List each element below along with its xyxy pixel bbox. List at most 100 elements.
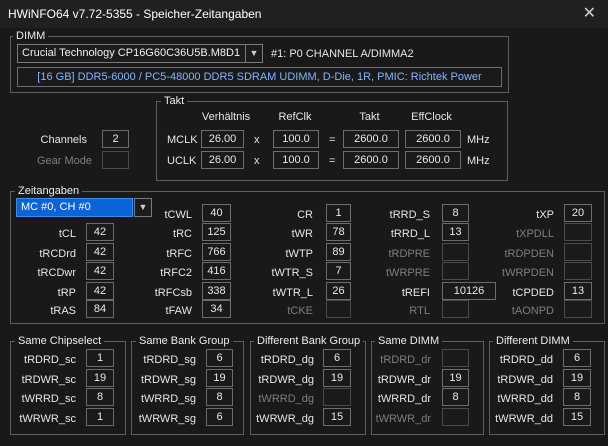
uclk-effclock: 2600.0 (405, 151, 461, 169)
taonpd-label: tAONPD (511, 305, 554, 317)
trdwr-sc-label: tRDWR_sc (21, 374, 76, 386)
tcl-value: 42 (86, 223, 114, 241)
mclk-label: MCLK (167, 134, 198, 146)
twrwr-dg-value: 15 (323, 408, 351, 426)
close-icon[interactable]: ✕ (583, 3, 596, 23)
twrwr-dr-label: tWRWR_dr (375, 413, 431, 425)
tcpded-value: 13 (564, 282, 592, 300)
trdpre-value (442, 243, 469, 261)
mclk-times: x (254, 134, 260, 146)
trefi-label: tREFI (401, 287, 430, 299)
controller-select[interactable]: MC #0, CH #0 (16, 198, 133, 217)
trdpden-label: tRDPDEN (504, 248, 554, 260)
trp-label: tRP (57, 287, 76, 299)
twtp-label: tWTP (285, 248, 314, 260)
twrwr-dd-label: tWRWR_dd (495, 413, 553, 425)
trdwr-sg-label: tRDWR_sg (140, 374, 196, 386)
uclk-times: x (254, 155, 260, 167)
twrrd-sc-label: tWRRD_sc (21, 393, 76, 405)
trdwr-dg-value: 19 (323, 369, 351, 387)
channels-label: Channels (40, 134, 87, 146)
twrrd-sg-label: tWRRD_sg (140, 393, 196, 405)
dimm-info: [16 GB] DDR5-6000 / PC5-48000 DDR5 SDRAM… (17, 67, 502, 87)
twtp-value: 89 (326, 243, 351, 261)
ratio-header: Verhältnis (201, 111, 251, 123)
trfcsb-value: 338 (202, 282, 231, 300)
mclk-takt: 2600.0 (343, 130, 399, 148)
trc-value: 125 (202, 223, 231, 241)
effclock-header: EffClock (411, 111, 452, 123)
trdwr-dr-label: tRDWR_dr (377, 374, 431, 386)
txpdll-label: tXPDLL (516, 228, 554, 240)
same-bank-group-label: Same Bank Group (136, 335, 233, 347)
trdwr-dd-value: 19 (563, 369, 591, 387)
trcdwr-value: 42 (86, 262, 114, 280)
same-chipselect-label: Same Chipselect (15, 335, 105, 347)
tfaw-label: tFAW (165, 305, 192, 317)
title-bar: HWiNFO64 v7.72-5355 - Speicher-Zeitangab… (0, 0, 608, 28)
dimm-group-label: DIMM (13, 30, 49, 42)
trdrd-dr-label: tRDRD_dr (380, 354, 431, 366)
twr-value: 78 (326, 223, 351, 241)
trcdrd-value: 42 (86, 243, 114, 261)
twrrd-dg-value (323, 388, 351, 406)
uclk-refclk: 100.0 (273, 151, 319, 169)
tcke-label: tCKE (287, 305, 313, 317)
zeitangaben-group-label: Zeitangaben (15, 185, 83, 197)
txp-value: 20 (564, 204, 592, 222)
tcpded-label: tCPDED (512, 287, 554, 299)
trrd-l-label: tRRD_L (390, 228, 430, 240)
twrrd-dd-label: tWRRD_dd (497, 393, 553, 405)
gear-mode-value (102, 151, 129, 169)
twrwr-sc-value: 1 (86, 408, 114, 426)
trdpden-value (564, 243, 592, 261)
mclk-ratio: 26.00 (201, 130, 244, 148)
dimm-slot-label: #1: P0 CHANNEL A/DIMMA2 (271, 48, 414, 60)
twrwr-sg-value: 6 (206, 408, 233, 426)
different-dimm-label: Different DIMM (493, 335, 573, 347)
trdrd-dg-label: tRDRD_dg (260, 354, 314, 366)
twrwr-dd-value: 15 (563, 408, 591, 426)
dimm-module-select[interactable]: Crucial Technology CP16G60C36U5B.M8D1 (17, 44, 247, 63)
twtr-s-value: 7 (326, 262, 351, 280)
txp-label: tXP (536, 209, 554, 221)
tras-label: tRAS (50, 305, 76, 317)
tfaw-value: 34 (202, 300, 231, 318)
twrwr-dg-label: tWRWR_dg (256, 413, 314, 425)
window-body: DIMM Crucial Technology CP16G60C36U5B.M8… (0, 28, 608, 446)
trdrd-dd-label: tRDRD_dd (499, 354, 553, 366)
mclk-equals: = (329, 134, 336, 146)
refclk-header: RefClk (278, 111, 312, 123)
trdpre-label: tRDPRE (388, 248, 430, 260)
txpdll-value (564, 223, 592, 241)
twrpre-label: tWRPRE (386, 267, 430, 279)
twrwr-dr-value (442, 408, 469, 426)
twrrd-dr-value: 8 (442, 388, 469, 406)
twtr-l-label: tWTR_L (272, 287, 313, 299)
uclk-ratio: 26.00 (201, 151, 244, 169)
trfc-label: tRFC (166, 248, 192, 260)
trdrd-dg-value: 6 (323, 349, 351, 367)
trfcsb-label: tRFCsb (154, 287, 192, 299)
twtr-l-value: 26 (326, 282, 351, 300)
channels-value: 2 (102, 130, 129, 148)
trdrd-dd-value: 6 (563, 349, 591, 367)
trdwr-sg-value: 19 (206, 369, 233, 387)
twtr-s-label: tWTR_S (271, 267, 313, 279)
dimm-dropdown-chevron-icon[interactable]: ▼ (245, 44, 263, 63)
rtl-value (442, 300, 469, 318)
twrwr-sc-label: tWRWR_sc (19, 413, 76, 425)
trp-value: 42 (86, 282, 114, 300)
tcwl-value: 40 (202, 204, 231, 222)
rtl-label: RTL (409, 305, 430, 317)
tcwl-label: tCWL (164, 209, 193, 221)
trcdwr-label: tRCDwr (37, 267, 77, 279)
uclk-unit: MHz (467, 155, 490, 167)
cr-value: 1 (326, 204, 351, 222)
trrd-s-value: 8 (442, 204, 469, 222)
trfc2-value: 416 (202, 262, 231, 280)
twrrd-dg-label: tWRRD_dg (258, 393, 314, 405)
trdwr-dg-label: tRDWR_dg (258, 374, 314, 386)
takt-group-label: Takt (161, 95, 188, 107)
cr-label: CR (297, 209, 313, 221)
